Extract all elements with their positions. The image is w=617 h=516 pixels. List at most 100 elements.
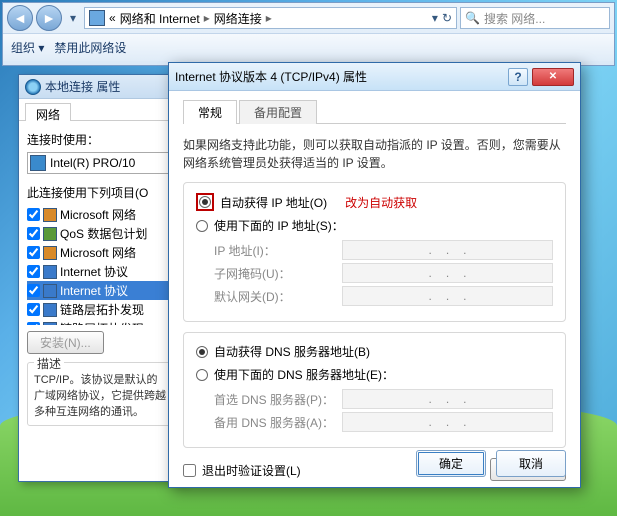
list-item[interactable]: QoS 数据包计划 (27, 224, 175, 243)
field-dns2: 备用 DNS 服务器(A)：... (214, 412, 553, 432)
dialog-buttons: 确定 取消 (416, 450, 566, 477)
crumb-back-icon: « (109, 11, 116, 25)
radio-auto-ip[interactable]: 自动获得 IP 地址(O) 改为自动获取 (196, 193, 553, 211)
dns1-label: 首选 DNS 服务器(P)： (214, 391, 334, 408)
network-icon (89, 10, 105, 26)
validate-row[interactable]: 退出时验证设置(L) (183, 462, 301, 479)
win1-button-row: 安装(N)... (27, 331, 175, 354)
item-check[interactable] (27, 265, 40, 278)
crumb-sep2-icon: ▸ (266, 11, 272, 25)
field-gateway: 默认网关(D)：... (214, 286, 553, 306)
annotation-highlight (196, 193, 214, 211)
dns2-label: 备用 DNS 服务器(A)： (214, 414, 334, 431)
address-bar[interactable]: « 网络和 Internet ▸ 网络连接 ▸ ▾ ↻ (84, 7, 457, 29)
adapter-name: Intel(R) PRO/10 (50, 156, 135, 170)
adapter-icon (30, 155, 46, 171)
connect-using-label: 连接时使用： (27, 131, 175, 148)
list-item[interactable]: Internet 协议 (27, 262, 175, 281)
desc-text: TCP/IP。该协议是默认的广域网络协议，它提供跨越多种互连网络的通讯。 (34, 371, 168, 419)
crumb-1[interactable]: 网络和 Internet (120, 10, 200, 27)
item-icon (43, 303, 57, 317)
win1-title: 本地连接 属性 (45, 78, 120, 95)
radio-manual-ip[interactable]: 使用下面的 IP 地址(S)： (196, 217, 553, 234)
item-check[interactable] (27, 322, 40, 325)
item-icon (43, 208, 57, 222)
item-label: 链路层拓扑发现 (60, 301, 144, 318)
search-box[interactable]: 🔍 搜索 网络... (460, 7, 610, 29)
item-label: Microsoft 网络 (60, 244, 136, 261)
radio-auto-ip-label: 自动获得 IP 地址(O) (220, 194, 327, 211)
radio-manual-ip-label: 使用下面的 IP 地址(S)： (214, 217, 344, 234)
cancel-button[interactable]: 取消 (496, 450, 566, 477)
item-check[interactable] (27, 208, 40, 221)
list-item-selected[interactable]: Internet 协议 (27, 281, 175, 300)
win2-title: Internet 协议版本 4 (TCP/IPv4) 属性 (175, 68, 367, 85)
nav-row: ◄ ► ▾ « 网络和 Internet ▸ 网络连接 ▸ ▾ ↻ 🔍 搜索 网… (3, 3, 614, 33)
radio-auto-dns[interactable]: 自动获得 DNS 服务器地址(B) (196, 343, 553, 360)
radio-icon (199, 196, 211, 208)
item-icon (43, 284, 57, 298)
forward-button[interactable]: ► (36, 5, 62, 31)
refresh-icon[interactable]: ↻ (442, 11, 452, 25)
win2-body: 常规 备用配置 如果网络支持此功能，则可以获取自动指派的 IP 设置。否则，您需… (169, 91, 580, 493)
radio-manual-dns-label: 使用下面的 DNS 服务器地址(E)： (214, 366, 394, 383)
item-check[interactable] (27, 303, 40, 316)
breadcrumb[interactable]: 网络和 Internet ▸ 网络连接 ▸ (120, 10, 272, 27)
list-item[interactable]: Microsoft 网络 (27, 243, 175, 262)
field-dns1: 首选 DNS 服务器(P)：... (214, 389, 553, 409)
item-icon (43, 322, 57, 326)
item-icon (43, 227, 57, 241)
help-button[interactable]: ? (508, 68, 528, 86)
history-dropdown[interactable]: ▾ (65, 7, 81, 29)
explorer-toolbar: 组织 ▾ 禁用此网络设 (3, 33, 614, 61)
item-label: Microsoft 网络 (60, 206, 136, 223)
description-group: 描述 TCP/IP。该协议是默认的广域网络协议，它提供跨越多种互连网络的通讯。 (27, 362, 175, 426)
ip-group: 自动获得 IP 地址(O) 改为自动获取 使用下面的 IP 地址(S)： IP … (183, 182, 566, 322)
tab-network[interactable]: 网络 (25, 103, 71, 121)
item-label: Internet 协议 (60, 282, 128, 299)
addr-drop-icon[interactable]: ▾ (432, 11, 438, 25)
field-mask: 子网掩码(U)：... (214, 263, 553, 283)
install-button[interactable]: 安装(N)... (27, 331, 104, 354)
item-icon (43, 246, 57, 260)
radio-icon (196, 369, 208, 381)
item-check[interactable] (27, 227, 40, 240)
win2-titlebar[interactable]: Internet 协议版本 4 (TCP/IPv4) 属性 ? ✕ (169, 63, 580, 91)
tab-alternate[interactable]: 备用配置 (239, 100, 317, 124)
radio-manual-dns[interactable]: 使用下面的 DNS 服务器地址(E)： (196, 366, 553, 383)
radio-icon (196, 346, 208, 358)
item-check[interactable] (27, 284, 40, 297)
annotation-text: 改为自动获取 (345, 194, 417, 211)
back-button[interactable]: ◄ (7, 5, 33, 31)
protocol-list[interactable]: Microsoft 网络 QoS 数据包计划 Microsoft 网络 Inte… (27, 205, 175, 325)
mask-input: ... (342, 263, 553, 283)
dns2-input: ... (342, 412, 553, 432)
list-item[interactable]: 链路层拓扑发现 (27, 300, 175, 319)
dns-group: 自动获得 DNS 服务器地址(B) 使用下面的 DNS 服务器地址(E)： 首选… (183, 332, 566, 448)
crumb-2[interactable]: 网络连接 (214, 10, 262, 27)
item-icon (43, 265, 57, 279)
win1-tabs: 网络 (19, 99, 183, 121)
validate-checkbox[interactable] (183, 464, 196, 477)
list-item[interactable]: 链路层拓扑发现 (27, 319, 175, 325)
list-item[interactable]: Microsoft 网络 (27, 205, 175, 224)
gw-label: 默认网关(D)： (214, 288, 334, 305)
ipv4-properties-window: Internet 协议版本 4 (TCP/IPv4) 属性 ? ✕ 常规 备用配… (168, 62, 581, 488)
disable-device-button[interactable]: 禁用此网络设 (54, 39, 126, 56)
ok-button[interactable]: 确定 (416, 450, 486, 477)
intro-text: 如果网络支持此功能，则可以获取自动指派的 IP 设置。否则，您需要从网络系统管理… (183, 136, 566, 172)
gw-input: ... (342, 286, 553, 306)
adapter-box[interactable]: Intel(R) PRO/10 (27, 152, 175, 174)
desc-legend: 描述 (34, 355, 64, 372)
item-label: QoS 数据包计划 (60, 225, 147, 242)
field-ip: IP 地址(I)：... (214, 240, 553, 260)
tab-general[interactable]: 常规 (183, 100, 237, 124)
ip-input: ... (342, 240, 553, 260)
organize-menu[interactable]: 组织 ▾ (11, 39, 44, 56)
item-check[interactable] (27, 246, 40, 259)
close-button[interactable]: ✕ (532, 68, 574, 86)
validate-label: 退出时验证设置(L) (202, 462, 301, 479)
ip-label: IP 地址(I)： (214, 242, 334, 259)
win1-titlebar[interactable]: 本地连接 属性 (19, 75, 183, 99)
win2-tabs: 常规 备用配置 (183, 99, 566, 124)
